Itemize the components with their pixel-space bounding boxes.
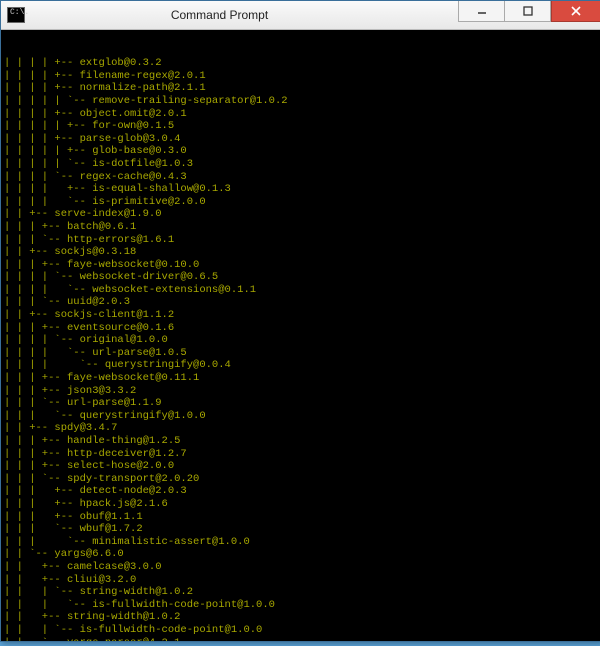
maximize-button[interactable] xyxy=(504,1,551,22)
tree-line: | | | `-- uuid@2.0.3 xyxy=(4,296,598,309)
tree-line: | | | +-- obuf@1.1.1 xyxy=(4,511,598,524)
tree-line: | | | +-- json3@3.3.2 xyxy=(4,385,598,398)
titlebar[interactable]: C:\. Command Prompt xyxy=(1,1,600,30)
tree-line: | | | | `-- querystringify@0.0.4 xyxy=(4,359,598,372)
window-buttons xyxy=(458,1,600,23)
tree-line: | | | `-- querystringify@1.0.0 xyxy=(4,410,598,423)
cmd-icon: C:\. xyxy=(7,7,25,23)
terminal-output[interactable]: | | | | +-- extglob@0.3.2| | | | +-- fil… xyxy=(1,30,600,641)
tree-line: | | | `-- spdy-transport@2.0.20 xyxy=(4,473,598,486)
tree-line: | | +-- camelcase@3.0.0 xyxy=(4,561,598,574)
tree-line: | | | +-- hpack.js@2.1.6 xyxy=(4,498,598,511)
tree-line: | | | | `-- original@1.0.0 xyxy=(4,334,598,347)
tree-line: | | | `-- string-width@1.0.2 xyxy=(4,586,598,599)
tree-line: | | | | +-- is-equal-shallow@0.1.3 xyxy=(4,183,598,196)
tree-line: | | | | +-- object.omit@2.0.1 xyxy=(4,108,598,121)
tree-line: | | +-- sockjs@0.3.18 xyxy=(4,246,598,259)
tree-line: | | | | | +-- for-own@0.1.5 xyxy=(4,120,598,133)
tree-line: | | +-- serve-index@1.9.0 xyxy=(4,208,598,221)
tree-line: | | | `-- wbuf@1.7.2 xyxy=(4,523,598,536)
tree-line: | | | | `-- url-parse@1.0.5 xyxy=(4,347,598,360)
tree-line: | | `-- yargs-parser@4.2.1 xyxy=(4,637,598,642)
tree-line: | | | +-- faye-websocket@0.10.0 xyxy=(4,259,598,272)
cmd-icon-label: C:\. xyxy=(10,9,29,17)
tree-line: | | | +-- handle-thing@1.2.5 xyxy=(4,435,598,448)
tree-line: | | | | +-- parse-glob@3.0.4 xyxy=(4,133,598,146)
tree-line: | | | +-- batch@0.6.1 xyxy=(4,221,598,234)
tree-line: | | | | +-- normalize-path@2.1.1 xyxy=(4,82,598,95)
tree-line: | | | `-- is-fullwidth-code-point@1.0.0 xyxy=(4,599,598,612)
tree-line: | | +-- cliui@3.2.0 xyxy=(4,574,598,587)
tree-line: | | | `-- url-parse@1.1.9 xyxy=(4,397,598,410)
tree-line: | | +-- spdy@3.4.7 xyxy=(4,422,598,435)
tree-line: | | | +-- eventsource@0.1.6 xyxy=(4,322,598,335)
tree-line: | | | `-- http-errors@1.6.1 xyxy=(4,234,598,247)
tree-line: | | | +-- select-hose@2.0.0 xyxy=(4,460,598,473)
tree-line: | | +-- string-width@1.0.2 xyxy=(4,611,598,624)
tree-line: | | | | | +-- glob-base@0.3.0 xyxy=(4,145,598,158)
window-title: Command Prompt xyxy=(0,8,458,22)
tree-line: | | | `-- is-fullwidth-code-point@1.0.0 xyxy=(4,624,598,637)
tree-line: | | | | | `-- is-dotfile@1.0.3 xyxy=(4,158,598,171)
tree-line: | | +-- sockjs-client@1.1.2 xyxy=(4,309,598,322)
close-button[interactable] xyxy=(551,1,600,22)
tree-line: | | | | `-- websocket-extensions@0.1.1 xyxy=(4,284,598,297)
tree-line: | | | +-- faye-websocket@0.11.1 xyxy=(4,372,598,385)
npm-tree: | | | | +-- extglob@0.3.2| | | | +-- fil… xyxy=(4,57,598,641)
tree-line: | | | | +-- filename-regex@2.0.1 xyxy=(4,70,598,83)
tree-line: | | | +-- http-deceiver@1.2.7 xyxy=(4,448,598,461)
tree-line: | | | +-- detect-node@2.0.3 xyxy=(4,485,598,498)
minimize-button[interactable] xyxy=(458,1,504,22)
tree-line: | | | | `-- websocket-driver@0.6.5 xyxy=(4,271,598,284)
command-prompt-window: C:\. Command Prompt | | | | +-- extglob@… xyxy=(0,0,600,642)
tree-line: | | | | +-- extglob@0.3.2 xyxy=(4,57,598,70)
tree-line: | | | `-- minimalistic-assert@1.0.0 xyxy=(4,536,598,549)
tree-line: | | | | | `-- remove-trailing-separator@… xyxy=(4,95,598,108)
tree-line: | | `-- yargs@6.6.0 xyxy=(4,548,598,561)
tree-line: | | | | `-- regex-cache@0.4.3 xyxy=(4,171,598,184)
tree-line: | | | | `-- is-primitive@2.0.0 xyxy=(4,196,598,209)
